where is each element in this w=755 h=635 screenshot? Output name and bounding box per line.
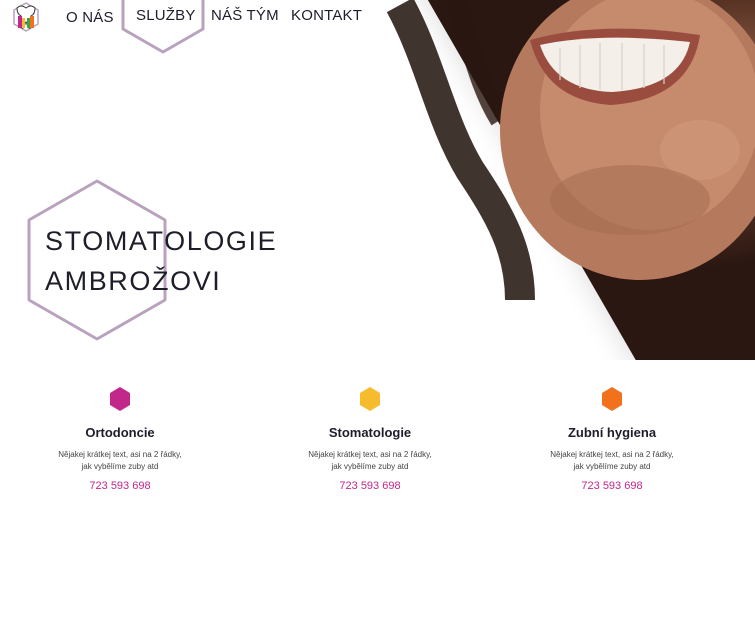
hexagon-icon [360,387,380,411]
nav-item-kontakt[interactable]: KONTAKT [291,7,362,24]
service-title: Ortodoncie [85,425,155,440]
service-description: Nějakej krátkej text, asi na 2 řádky, ja… [512,449,712,473]
service-title: Stomatologie [328,425,412,440]
hexagon-icon [110,387,130,411]
service-card-zubni-hygiena: Zubní hygiena Nějakej krátkej text, asi … [512,386,712,492]
service-description-line2: jak vybělíme zuby atd [573,462,651,471]
service-phone-link[interactable]: 723 593 698 [20,480,220,492]
service-description-line1: Nějakej krátkej text, asi na 2 řádky, [550,450,674,459]
service-description-line2: jak vybělíme zuby atd [81,462,159,471]
service-description: Nějakej krátkej text, asi na 2 řádky, ja… [20,449,220,473]
page-title-line2: AMBROŽOVI [45,266,222,296]
service-card-stomatologie: Stomatologie Nějakej krátkej text, asi n… [270,386,470,492]
service-description: Nějakej krátkej text, asi na 2 řádky, ja… [270,449,470,473]
nav-item-sluzby[interactable]: SLUŽBY [136,7,196,24]
title-hexagon-outline-icon [27,179,167,341]
nav-item-o-nas[interactable]: O NÁS [66,9,114,26]
service-card-ortodoncie: Ortodoncie Nějakej krátkej text, asi na … [20,386,220,492]
service-description-line1: Nějakej krátkej text, asi na 2 řádky, [308,450,432,459]
service-title: Zubní hygiena [567,425,657,440]
service-phone-link[interactable]: 723 593 698 [270,480,470,492]
service-description-line2: jak vybělíme zuby atd [331,462,409,471]
hexagon-icon [602,387,622,411]
tooth-logo-icon[interactable] [13,2,39,32]
service-description-line1: Nějakej krátkej text, asi na 2 řádky, [58,450,182,459]
nav-item-nas-tym[interactable]: NÁŠ TÝM [211,7,279,24]
service-phone-link[interactable]: 723 593 698 [512,480,712,492]
page-title-line1: STOMATOLOGIE [45,226,278,256]
